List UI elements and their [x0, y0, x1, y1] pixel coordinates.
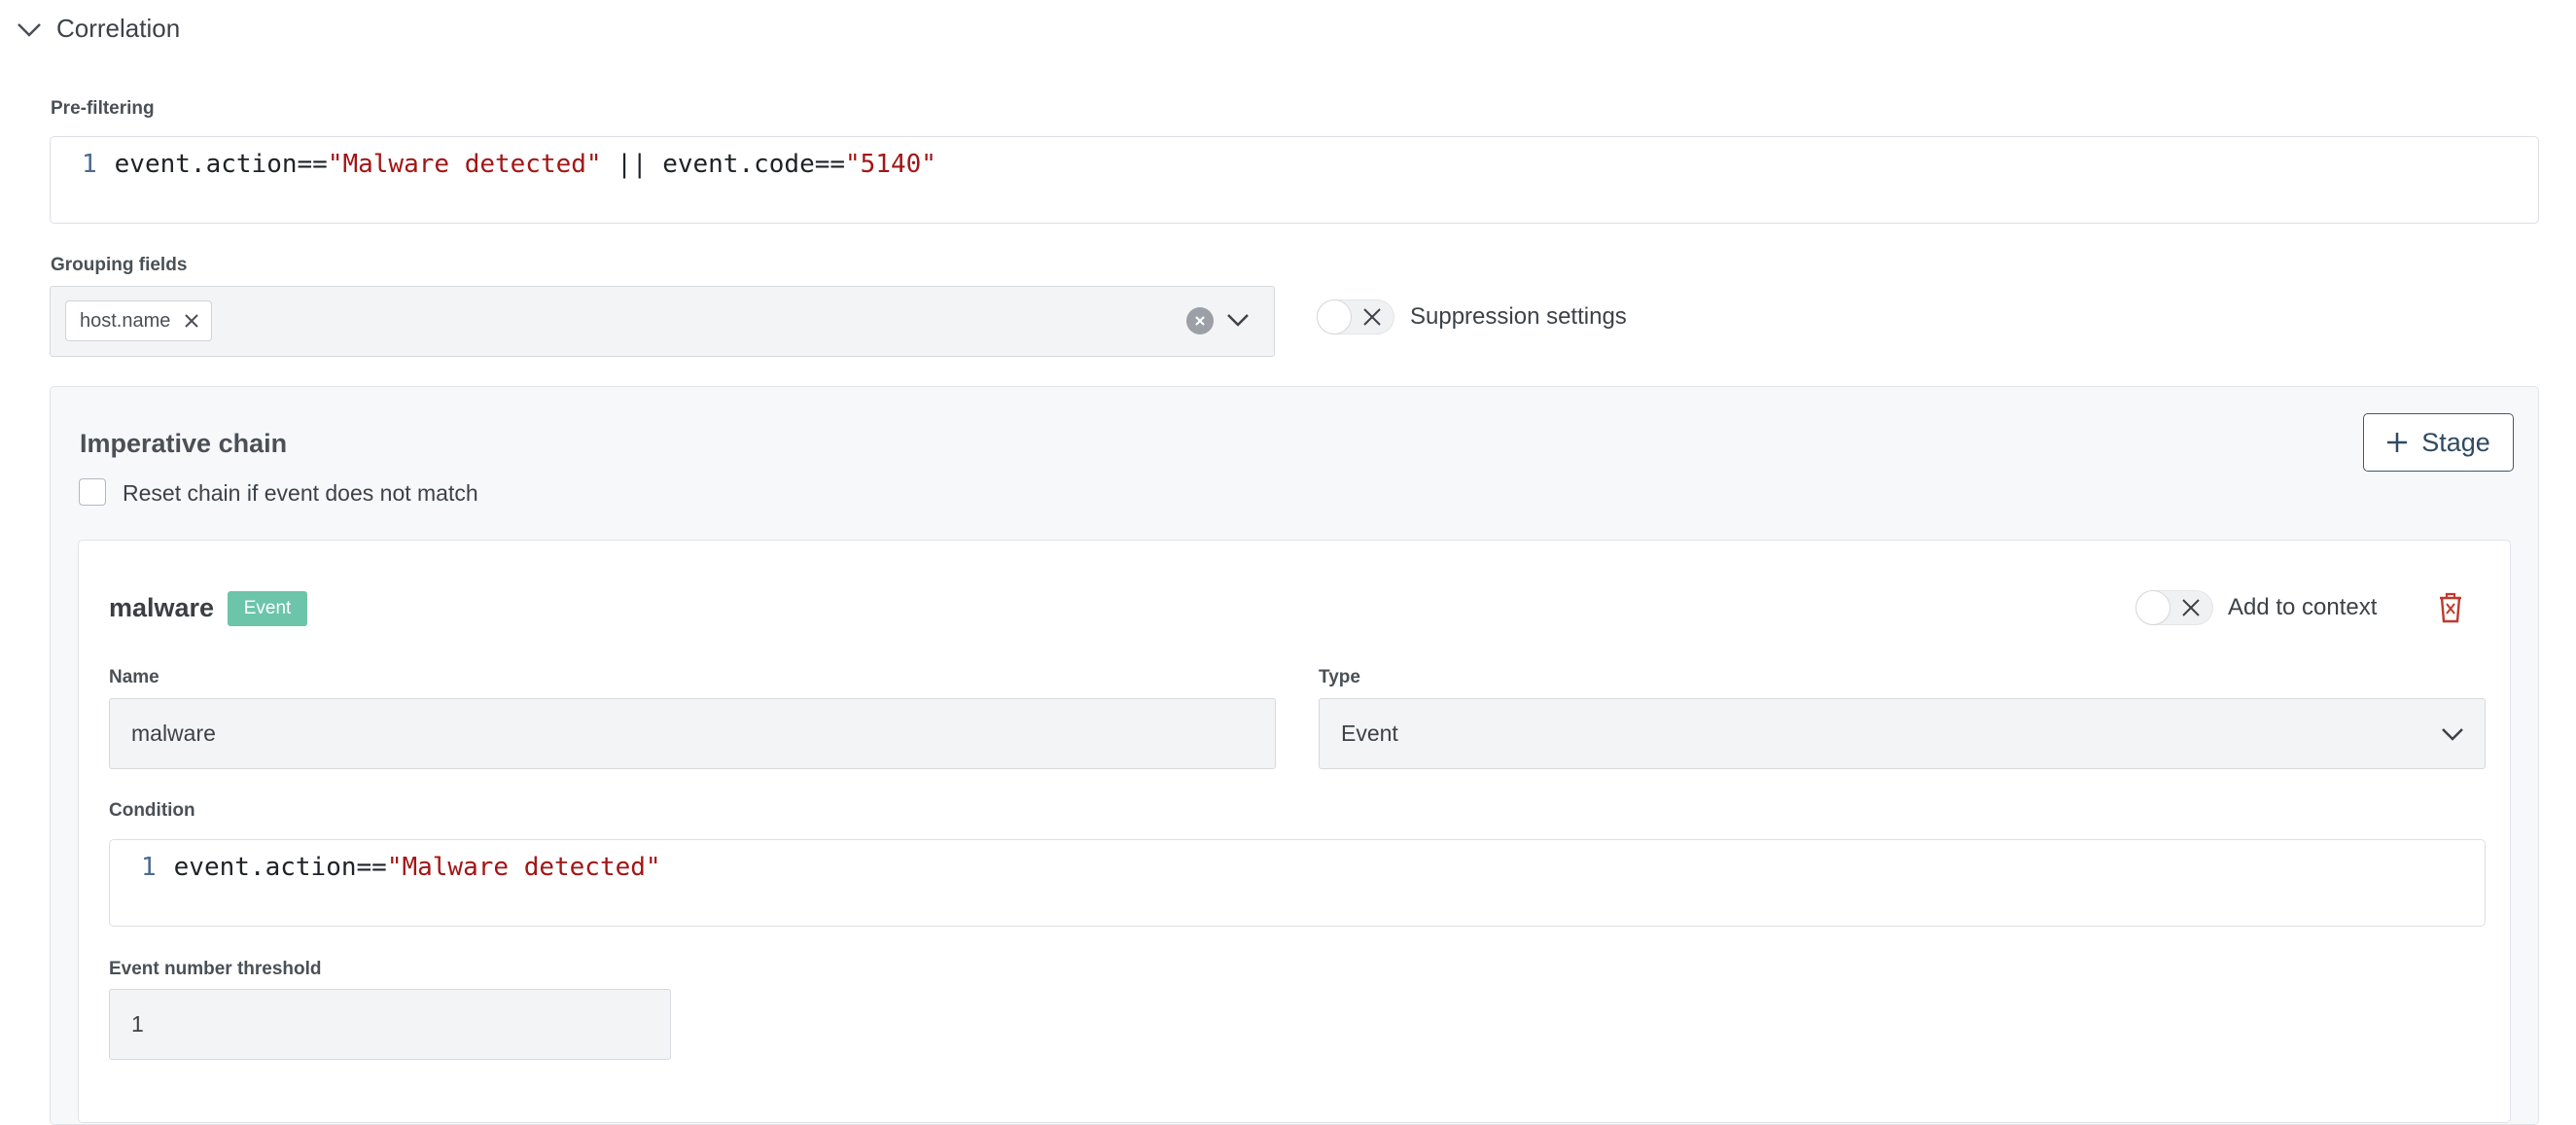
- add-to-context-label: Add to context: [2228, 594, 2378, 620]
- code-string: "Malware detected": [386, 853, 661, 882]
- add-stage-button[interactable]: Stage: [2363, 413, 2514, 472]
- threshold-label: Event number threshold: [109, 959, 322, 979]
- line-number: 1: [141, 853, 157, 882]
- suppression-label: Suppression settings: [1410, 303, 1627, 330]
- line-number: 1: [82, 150, 97, 179]
- condition-label: Condition: [109, 800, 195, 821]
- stage-title: malware: [109, 593, 215, 622]
- toggle-knob: [1317, 299, 1352, 334]
- chevron-down-icon[interactable]: [1225, 310, 1251, 334]
- code-plain: event.action==: [114, 150, 328, 179]
- stage-name-input[interactable]: malware: [109, 698, 1276, 769]
- condition-code-line: 1 event.action=="Malware detected": [141, 853, 661, 882]
- chain-title: Imperative chain: [80, 429, 288, 458]
- code-string: "Malware detected": [327, 150, 602, 179]
- chevron-down-icon[interactable]: [2440, 724, 2465, 744]
- reset-chain-checkbox[interactable]: [79, 478, 106, 506]
- prefilter-code-line: 1 event.action=="Malware detected" || eve…: [82, 150, 936, 179]
- plus-icon: [2386, 432, 2408, 453]
- toggle-off-x-icon: [1362, 307, 1382, 327]
- toggle-off-x-icon: [2181, 598, 2201, 617]
- tag-remove-x-icon[interactable]: [184, 313, 199, 329]
- suppression-toggle[interactable]: [1317, 299, 1394, 334]
- grouping-tag-label: host.name: [80, 309, 171, 332]
- stage-type-select[interactable]: Event: [1319, 698, 2486, 769]
- code-string: "5140": [845, 150, 936, 179]
- code-plain: || event.code==: [601, 150, 846, 179]
- condition-code-editor[interactable]: 1 event.action=="Malware detected": [109, 839, 2486, 927]
- threshold-input[interactable]: 1: [109, 989, 671, 1060]
- toggle-knob: [2135, 590, 2170, 625]
- add-to-context-toggle[interactable]: [2135, 590, 2213, 625]
- grouping-fields-select[interactable]: host.name: [50, 286, 1275, 357]
- prefilter-label: Pre-filtering: [51, 98, 155, 119]
- trash-icon[interactable]: [2437, 591, 2464, 629]
- grouping-label: Grouping fields: [51, 255, 188, 275]
- grouping-tag: host.name: [65, 300, 213, 341]
- reset-chain-label[interactable]: Reset chain if event does not match: [123, 480, 478, 507]
- stage-type-label: Type: [1319, 667, 1360, 687]
- clear-circle-icon[interactable]: [1186, 307, 1214, 334]
- stage-name-label: Name: [109, 667, 159, 687]
- add-stage-label: Stage: [2421, 427, 2490, 457]
- prefilter-code-editor[interactable]: 1 event.action=="Malware detected" || eve…: [50, 136, 2539, 224]
- code-plain: event.action==: [173, 853, 387, 882]
- section-collapse-chevron-icon[interactable]: [16, 19, 43, 41]
- section-title[interactable]: Correlation: [56, 14, 180, 44]
- stage-type-badge: Event: [228, 591, 307, 626]
- stage-type-value: Event: [1341, 721, 1398, 746]
